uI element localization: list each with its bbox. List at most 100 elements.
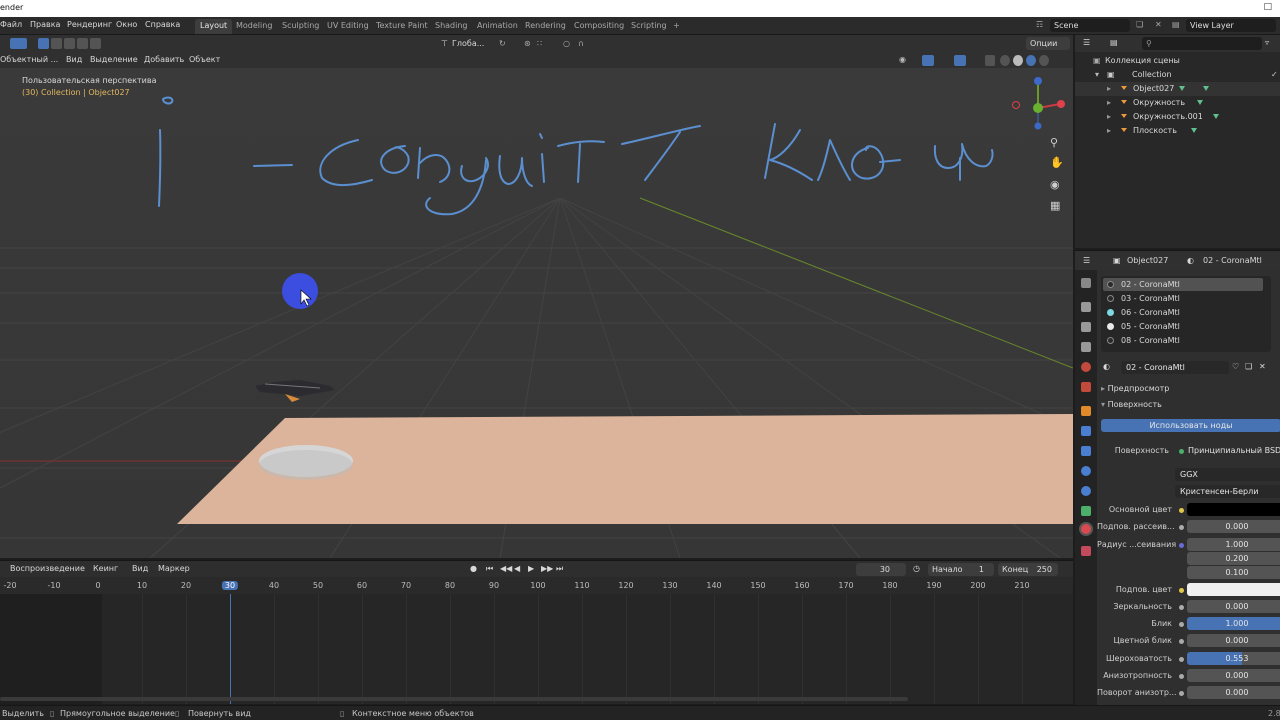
expand-arrow-icon[interactable]: ▸ (1107, 126, 1111, 135)
select-extend-icon[interactable] (51, 38, 62, 49)
proportional-edit-icon[interactable]: ○ (563, 39, 570, 48)
playhead-line[interactable] (230, 594, 231, 704)
editor-type-icon[interactable]: ☰ (1083, 38, 1090, 47)
start-frame-field[interactable]: Начало 1 (928, 563, 994, 576)
menu-render[interactable]: Рендеринг (67, 20, 112, 29)
shading-rendered-icon[interactable] (1039, 55, 1049, 66)
timeline-area[interactable] (0, 594, 1073, 704)
select-box-icon[interactable] (38, 38, 49, 49)
3d-viewport[interactable]: Пользовательская перспектива (30) Collec… (0, 68, 1073, 558)
tab-compositing[interactable]: Compositing (569, 19, 629, 34)
material-browse-icon[interactable]: ◐ (1103, 362, 1110, 371)
tool-tab-icon[interactable] (1081, 278, 1091, 288)
material-slot[interactable]: 05 - CoronaMtl (1103, 320, 1263, 333)
mode-dropdown[interactable]: Объектный ... (0, 55, 58, 64)
roughness-field[interactable]: 0.553 (1187, 652, 1280, 665)
anisotropic-rotation-field[interactable]: 0.000 (1187, 686, 1280, 699)
delete-scene-icon[interactable]: ✕ (1155, 20, 1162, 29)
mesh-data-tab-icon[interactable] (1081, 506, 1091, 516)
add-workspace-button[interactable]: + (668, 19, 685, 34)
select-invert-icon[interactable] (77, 38, 88, 49)
expand-arrow-icon[interactable]: ▾ (1095, 70, 1099, 79)
playback-menu[interactable]: Воспроизведение (10, 564, 85, 573)
editor-type-icon[interactable]: ☰ (1083, 256, 1090, 265)
outliner-row-plane[interactable]: ▸ Плоскость (1075, 124, 1280, 138)
tab-layout[interactable]: Layout (195, 19, 233, 34)
pan-hand-icon[interactable]: ✋ (1050, 156, 1064, 169)
material-name-field[interactable]: 02 - CoronaMtl (1121, 361, 1229, 374)
current-frame-field[interactable]: 30 (856, 563, 906, 576)
physics-tab-icon[interactable] (1081, 466, 1091, 476)
outliner-search-input[interactable]: ⚲ (1142, 37, 1262, 50)
copy-scene-icon[interactable]: ❏ (1136, 20, 1143, 29)
material-slot[interactable]: 06 - CoronaMtl (1103, 306, 1263, 319)
overlay-toggle-icon[interactable] (954, 55, 966, 66)
outliner-row-circle-001[interactable]: ▸ Окружность.001 (1075, 110, 1280, 124)
options-dropdown[interactable]: Опции (1026, 37, 1070, 50)
visibility-icon[interactable]: ◉ (899, 55, 906, 64)
current-frame-indicator[interactable]: 30 (221, 581, 239, 590)
subsurface-radius-x-field[interactable]: 1.000 (1187, 538, 1280, 551)
tab-sculpting[interactable]: Sculpting (277, 19, 324, 34)
pivot-icon[interactable]: ↻ (499, 39, 506, 48)
anisotropic-field[interactable]: 0.000 (1187, 669, 1280, 682)
unlink-material-icon[interactable]: ✕ (1259, 362, 1266, 371)
view-layer-selector[interactable]: View Layer (1186, 19, 1276, 32)
expand-arrow-icon[interactable]: ▸ (1107, 112, 1111, 121)
subsurface-color-swatch[interactable] (1187, 583, 1280, 596)
grid-view-icon[interactable]: ▦ (1050, 199, 1060, 212)
xray-icon[interactable] (985, 55, 995, 66)
material-slot[interactable]: 02 - CoronaMtl (1103, 278, 1263, 291)
select-tool-icon[interactable] (10, 38, 27, 49)
output-tab-icon[interactable] (1081, 322, 1091, 332)
tab-animation[interactable]: Animation (472, 19, 523, 34)
subsurface-field[interactable]: 0.000 (1187, 520, 1280, 533)
outliner-row-collection[interactable]: ▾ ▣ Collection ✓ (1075, 68, 1280, 82)
scene-selector[interactable]: Scene (1050, 19, 1130, 32)
object-tab-icon[interactable] (1081, 406, 1091, 416)
outliner-row-object027[interactable]: ▸ Object027 (1075, 82, 1280, 96)
menu-view[interactable]: Вид (66, 55, 82, 64)
view-layer-tab-icon[interactable] (1081, 342, 1091, 352)
menu-window[interactable]: Окно (116, 20, 137, 29)
material-slot[interactable]: 08 - CoronaMtl (1103, 334, 1263, 347)
modifier-tab-icon[interactable] (1081, 426, 1091, 436)
tab-texture-paint[interactable]: Texture Paint (371, 19, 433, 34)
subsurface-radius-z-field[interactable]: 0.100 (1187, 566, 1280, 579)
shading-solid-icon[interactable] (1013, 55, 1023, 66)
material-slot[interactable]: 03 - CoronaMtl (1103, 292, 1263, 305)
tab-modeling[interactable]: Modeling (231, 19, 277, 34)
tab-shading[interactable]: Shading (430, 19, 473, 34)
outliner-row-scene-collection[interactable]: ▣ Коллекция сцены (1075, 54, 1280, 68)
record-icon[interactable]: ● (470, 564, 477, 573)
tab-rendering[interactable]: Rendering (520, 19, 571, 34)
display-mode-icon[interactable]: ▤ (1110, 38, 1118, 47)
scene-tab-icon[interactable] (1081, 362, 1091, 372)
tab-uv-editing[interactable]: UV Editing (322, 19, 374, 34)
play-icon[interactable]: ▶ (528, 564, 534, 573)
surface-shader-selector[interactable]: Принципиальный BSDF (1188, 446, 1280, 455)
maximize-icon[interactable]: □ (1263, 2, 1272, 12)
menu-add[interactable]: Добавить (144, 55, 184, 64)
section-surface[interactable]: ▾ Поверхность (1101, 400, 1162, 409)
tab-scripting[interactable]: Scripting (626, 19, 672, 34)
timeline-scrollbar[interactable] (0, 697, 908, 701)
menu-file[interactable]: Файл (0, 20, 22, 29)
menu-object[interactable]: Объект (189, 55, 220, 64)
menu-select[interactable]: Выделение (90, 55, 138, 64)
zoom-icon[interactable]: ⚲ (1050, 136, 1058, 149)
use-nodes-button[interactable]: Использовать ноды (1101, 419, 1280, 432)
outliner-row-circle[interactable]: ▸ Окружность (1075, 96, 1280, 110)
jump-end-icon[interactable]: ⏭ (556, 564, 563, 574)
expand-arrow-icon[interactable]: ▸ (1107, 84, 1111, 93)
render-tab-icon[interactable] (1081, 302, 1091, 312)
timeline-ruler[interactable]: -20 -10 0 10 20 30 40 50 60 70 80 90 100… (0, 577, 1073, 594)
snap-icon[interactable]: ⊛ (524, 39, 531, 48)
gizmo-toggle-icon[interactable] (922, 55, 934, 66)
particles-tab-icon[interactable] (1081, 446, 1091, 456)
orientation-dropdown[interactable]: Глоба... (452, 39, 484, 48)
checkbox-icon[interactable]: ✓ (1271, 70, 1278, 79)
specular-field[interactable]: 1.000 (1187, 617, 1280, 630)
material-tab-icon[interactable] (1081, 524, 1091, 534)
select-intersect-icon[interactable] (90, 38, 101, 49)
